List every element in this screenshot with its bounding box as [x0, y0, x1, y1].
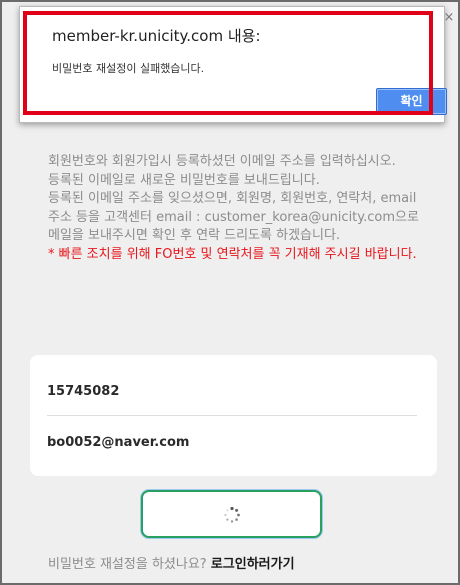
email-field[interactable]: bo0052@naver.com [47, 435, 417, 450]
submit-button[interactable] [141, 490, 322, 538]
instructions: 회원번호와 회원가입시 등록하셨던 이메일 주소를 입력하십시오. 등록된 이메… [48, 153, 420, 264]
footer: 비밀번호 재설정을 하셨나요? 로그인하러가기 [48, 553, 295, 572]
warning-text: * 빠른 조치를 위해 FO번호 및 연락처를 꼭 기재해 주시길 바랍니다. [48, 246, 417, 262]
member-id-field[interactable]: 15745082 [47, 384, 417, 399]
instruction-line: 회원번호와 회원가입시 등록하셨던 이메일 주소를 입력하십시오. [48, 154, 396, 169]
ok-button[interactable]: 확인 [376, 88, 447, 115]
alert-title: member-kr.unicity.com 내용: [52, 27, 261, 45]
footer-question: 비밀번호 재설정을 하셨나요? [48, 557, 207, 572]
instruction-line: 등록된 이메일 주소를 잊으셨으면, 회원명, 회원번호, 연락처, email… [48, 191, 419, 243]
field-divider [47, 415, 417, 416]
page: 회원번호와 회원가입시 등록하셨던 이메일 주소를 입력하십시오. 등록된 이메… [0, 0, 460, 585]
alert-message: 비밀번호 재설정이 실패했습니다. [52, 62, 205, 75]
reset-form-card: 15745082 bo0052@naver.com [30, 355, 437, 476]
close-icon[interactable]: × [442, 11, 456, 25]
alert-dialog: × member-kr.unicity.com 내용: 비밀번호 재설정이 실패… [19, 6, 454, 123]
instruction-line: 등록된 이메일로 새로운 비밀번호를 보내드립니다. [48, 172, 320, 188]
spinner-icon [224, 506, 240, 523]
login-link[interactable]: 로그인하러가기 [211, 557, 295, 572]
